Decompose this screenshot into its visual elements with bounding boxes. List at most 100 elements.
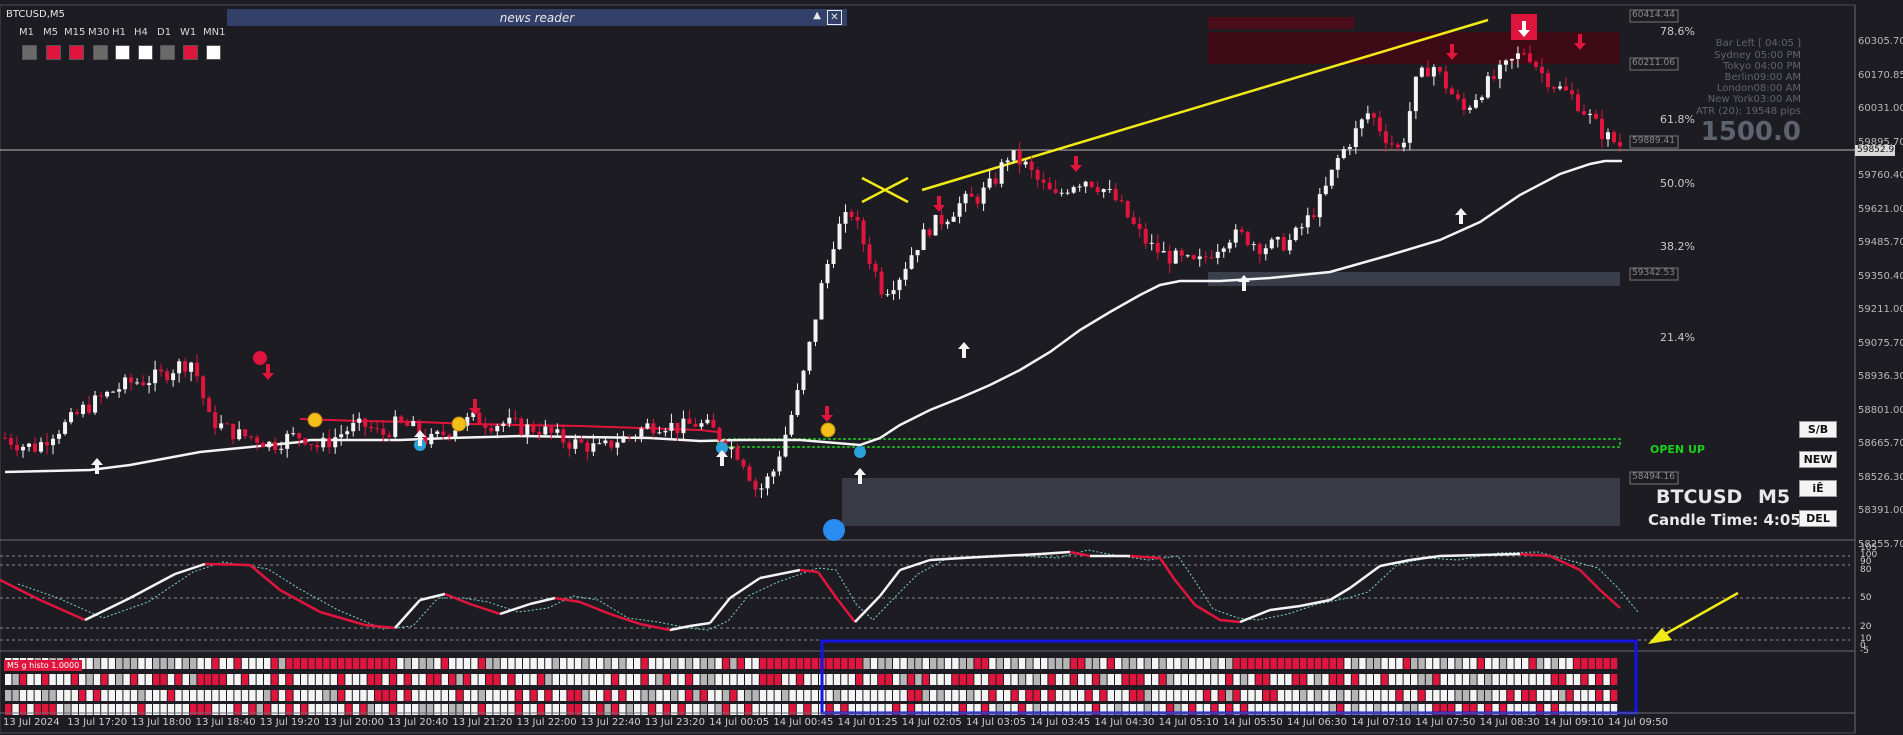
histo-cell bbox=[426, 674, 434, 685]
tf-box-m1[interactable] bbox=[22, 45, 37, 60]
histo-cell bbox=[515, 690, 522, 701]
histo-cell bbox=[567, 690, 574, 701]
tf-box-d1[interactable] bbox=[160, 45, 175, 60]
tf-label-m15[interactable]: M15 bbox=[64, 27, 85, 38]
histo-cell bbox=[722, 674, 730, 685]
oscillator-segment bbox=[816, 571, 840, 601]
tf-label-m1[interactable]: M1 bbox=[19, 27, 34, 38]
histo-cell bbox=[1048, 658, 1055, 669]
histo-cell bbox=[500, 674, 508, 685]
histo-cell bbox=[523, 690, 530, 701]
candle-body bbox=[1011, 150, 1016, 161]
candle-body bbox=[303, 438, 308, 445]
sb-button[interactable]: S/B bbox=[1799, 421, 1837, 438]
del-button[interactable]: DEL bbox=[1799, 510, 1837, 527]
candle-body bbox=[1479, 97, 1484, 100]
histo-cell bbox=[101, 674, 108, 685]
histo-cell bbox=[523, 674, 530, 685]
histo-cell bbox=[1174, 690, 1181, 701]
ie-button[interactable]: iÊ bbox=[1799, 480, 1837, 497]
histo-cell bbox=[301, 674, 308, 685]
histo-cell bbox=[434, 674, 441, 685]
histo-cell bbox=[145, 674, 152, 685]
time-axis-tick: 13 Jul 23:20 bbox=[645, 717, 705, 728]
candle-body bbox=[1407, 111, 1412, 143]
histo-cell bbox=[1048, 690, 1055, 701]
histo-cell bbox=[893, 690, 900, 701]
time-axis-tick: 14 Jul 03:45 bbox=[1030, 717, 1091, 728]
histo-cell bbox=[389, 658, 397, 669]
candle-body bbox=[933, 214, 938, 236]
oscillator-segment bbox=[1269, 604, 1301, 612]
price-tag-top-text: 60414.44 bbox=[1632, 10, 1675, 20]
pointer-arrow bbox=[1659, 591, 1739, 639]
histo-cell bbox=[552, 690, 559, 701]
candle-body bbox=[849, 211, 854, 217]
candle-body bbox=[579, 439, 584, 443]
supply-zone bbox=[1208, 32, 1620, 64]
histo-cell bbox=[1470, 674, 1477, 685]
tf-label-w1[interactable]: W1 bbox=[180, 27, 196, 38]
up-triangle-icon[interactable]: ▲ bbox=[813, 10, 821, 21]
histo-cell bbox=[101, 658, 108, 669]
candle-body bbox=[783, 434, 788, 457]
candle-body bbox=[927, 229, 932, 236]
news-reader-bar[interactable]: news reader ▲ ✕ bbox=[227, 9, 847, 26]
sydney-time: Sydney 05:00 PM bbox=[1714, 50, 1801, 61]
histo-cell bbox=[1366, 674, 1373, 685]
histo-cell bbox=[1381, 674, 1388, 685]
tf-box-m15[interactable] bbox=[69, 45, 84, 60]
histo-cell bbox=[1115, 690, 1122, 701]
price-axis-tick: 59485.70 bbox=[1858, 237, 1903, 248]
close-icon[interactable]: ✕ bbox=[827, 10, 842, 25]
tf-box-h1[interactable] bbox=[115, 45, 130, 60]
tf-box-m30[interactable] bbox=[93, 45, 108, 60]
histo-cell bbox=[1240, 690, 1248, 701]
histo-cell bbox=[1233, 658, 1240, 669]
histo-cell bbox=[1263, 674, 1270, 685]
histo-cell bbox=[167, 658, 175, 669]
candle-body bbox=[669, 422, 674, 431]
candle-body bbox=[495, 425, 500, 432]
histo-cell bbox=[1270, 690, 1277, 701]
candle-body bbox=[1323, 185, 1328, 195]
histo-cell bbox=[486, 690, 493, 701]
tf-box-mn1[interactable] bbox=[206, 45, 221, 60]
histo-cell bbox=[116, 658, 123, 669]
time-axis-tick: 14 Jul 01:25 bbox=[837, 717, 898, 728]
histo-cell bbox=[1233, 674, 1240, 685]
histo-cell bbox=[1292, 674, 1299, 685]
oscillator-segment bbox=[1439, 553, 1481, 558]
histo-cell bbox=[589, 690, 596, 701]
tf-box-h4[interactable] bbox=[138, 45, 153, 60]
histo-cell bbox=[648, 658, 656, 669]
tf-label-d1[interactable]: D1 bbox=[157, 27, 171, 38]
tf-label-h4[interactable]: H4 bbox=[134, 27, 148, 38]
histo-cell bbox=[49, 674, 56, 685]
candle-body bbox=[1515, 53, 1520, 59]
histo-cell bbox=[604, 690, 611, 701]
tf-label-h1[interactable]: H1 bbox=[112, 27, 126, 38]
histo-cell bbox=[1603, 690, 1610, 701]
tf-box-m5[interactable] bbox=[46, 45, 61, 60]
histo-cell bbox=[1462, 690, 1470, 701]
candle-body bbox=[237, 429, 242, 440]
tf-label-m5[interactable]: M5 bbox=[43, 27, 58, 38]
candle-body bbox=[1113, 189, 1118, 201]
tf-box-w1[interactable] bbox=[183, 45, 198, 60]
tf-label-mn1[interactable]: MN1 bbox=[203, 27, 225, 38]
histo-cell bbox=[1529, 658, 1536, 669]
histo-cell bbox=[1529, 674, 1536, 685]
histo-cell bbox=[1055, 674, 1063, 685]
histo-cell bbox=[234, 674, 241, 685]
new-button[interactable]: NEW bbox=[1799, 451, 1837, 468]
histo-cell bbox=[1211, 658, 1218, 669]
tf-label-m30[interactable]: M30 bbox=[88, 27, 109, 38]
candle-body bbox=[891, 290, 896, 295]
osc-axis-50: 50 bbox=[1860, 593, 1872, 603]
histo-cell bbox=[626, 658, 633, 669]
histo-cell bbox=[145, 690, 152, 701]
histo-cell bbox=[745, 658, 752, 669]
price-chart[interactable] bbox=[0, 0, 1903, 735]
candle-body bbox=[411, 421, 416, 427]
